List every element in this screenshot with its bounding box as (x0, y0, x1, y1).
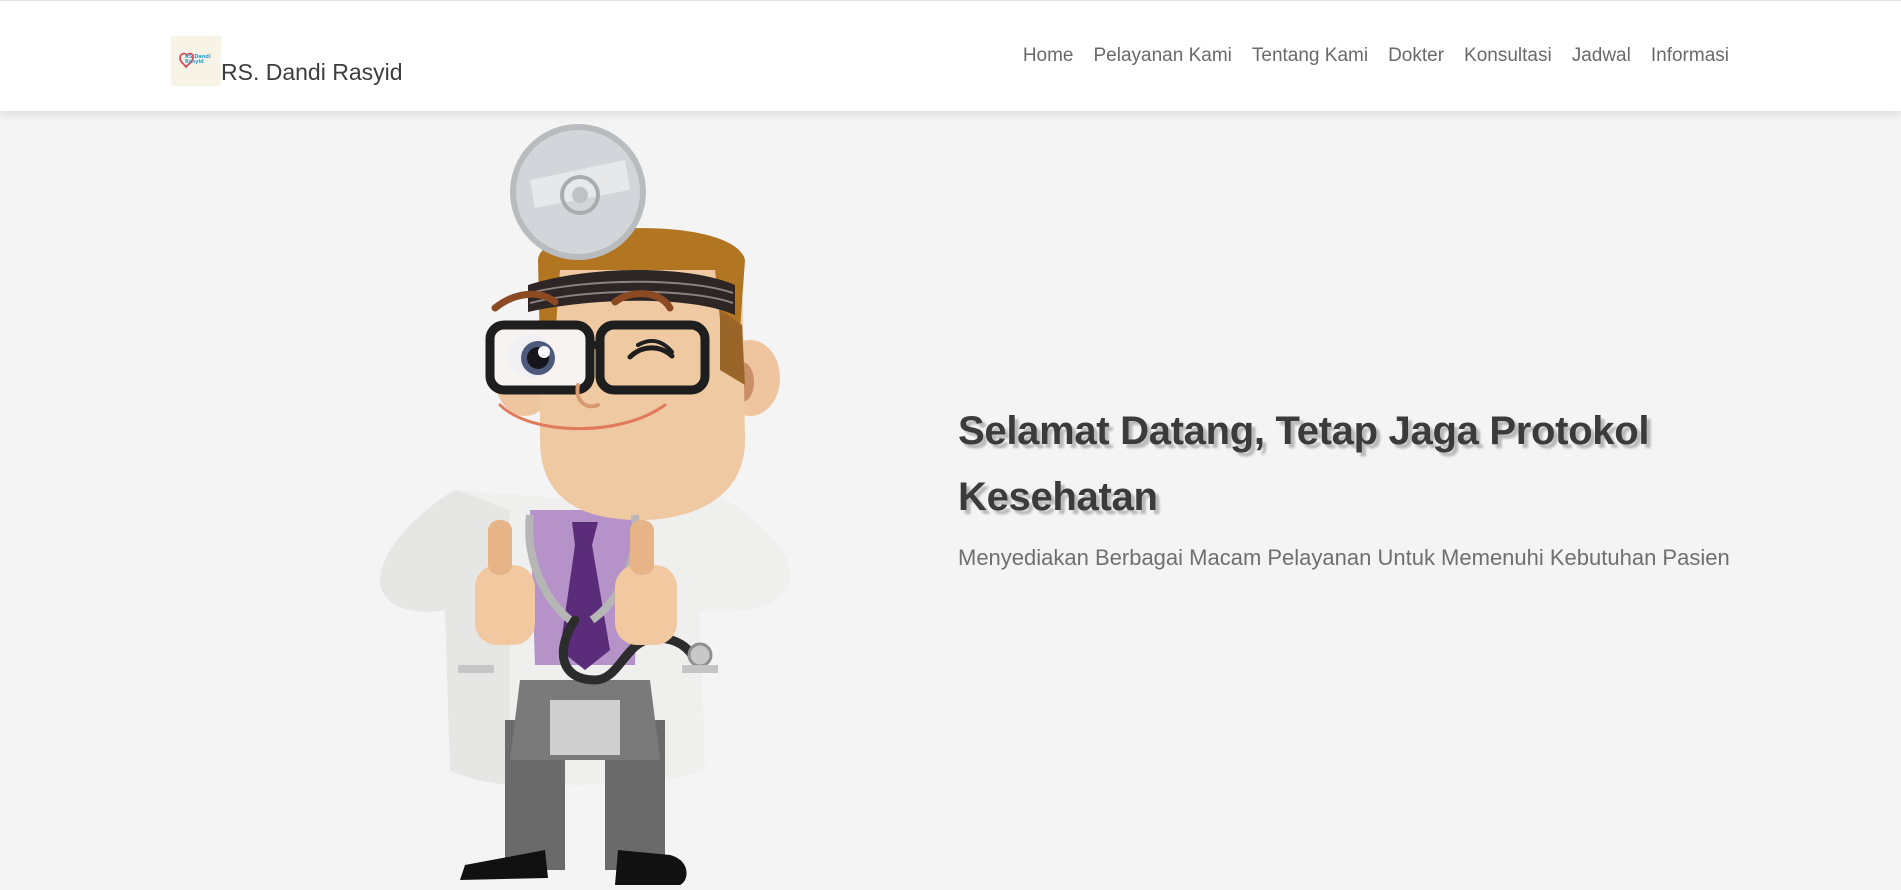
nav-konsultasi[interactable]: Konsultasi (1464, 45, 1552, 66)
hero-section: Selamat Datang, Tetap Jaga Protokol Kese… (958, 398, 1738, 577)
hero-title: Selamat Datang, Tetap Jaga Protokol Kese… (958, 409, 1650, 519)
nav-home[interactable]: Home (1023, 45, 1074, 66)
brand-link[interactable]: RS Dandi Rasyid RS. Dandi Rasyid (171, 26, 403, 86)
doctor-illustration (360, 120, 810, 885)
hero-subtitle: Menyediakan Berbagai Macam Pelayanan Unt… (958, 545, 1730, 570)
nav-jadwal[interactable]: Jadwal (1572, 45, 1631, 66)
brand-name: RS. Dandi Rasyid (221, 59, 403, 85)
logo-text: RS Dandi Rasyid (185, 54, 211, 65)
main-nav: Home Pelayanan Kami Tentang Kami Dokter … (1023, 41, 1729, 71)
nav-dokter[interactable]: Dokter (1388, 45, 1444, 66)
nav-informasi[interactable]: Informasi (1651, 45, 1729, 66)
hospital-logo: RS Dandi Rasyid (171, 36, 221, 86)
navbar: RS Dandi Rasyid RS. Dandi Rasyid Home Pe… (0, 0, 1901, 111)
nav-pelayanan-kami[interactable]: Pelayanan Kami (1094, 45, 1232, 66)
nav-tentang-kami[interactable]: Tentang Kami (1252, 45, 1368, 66)
